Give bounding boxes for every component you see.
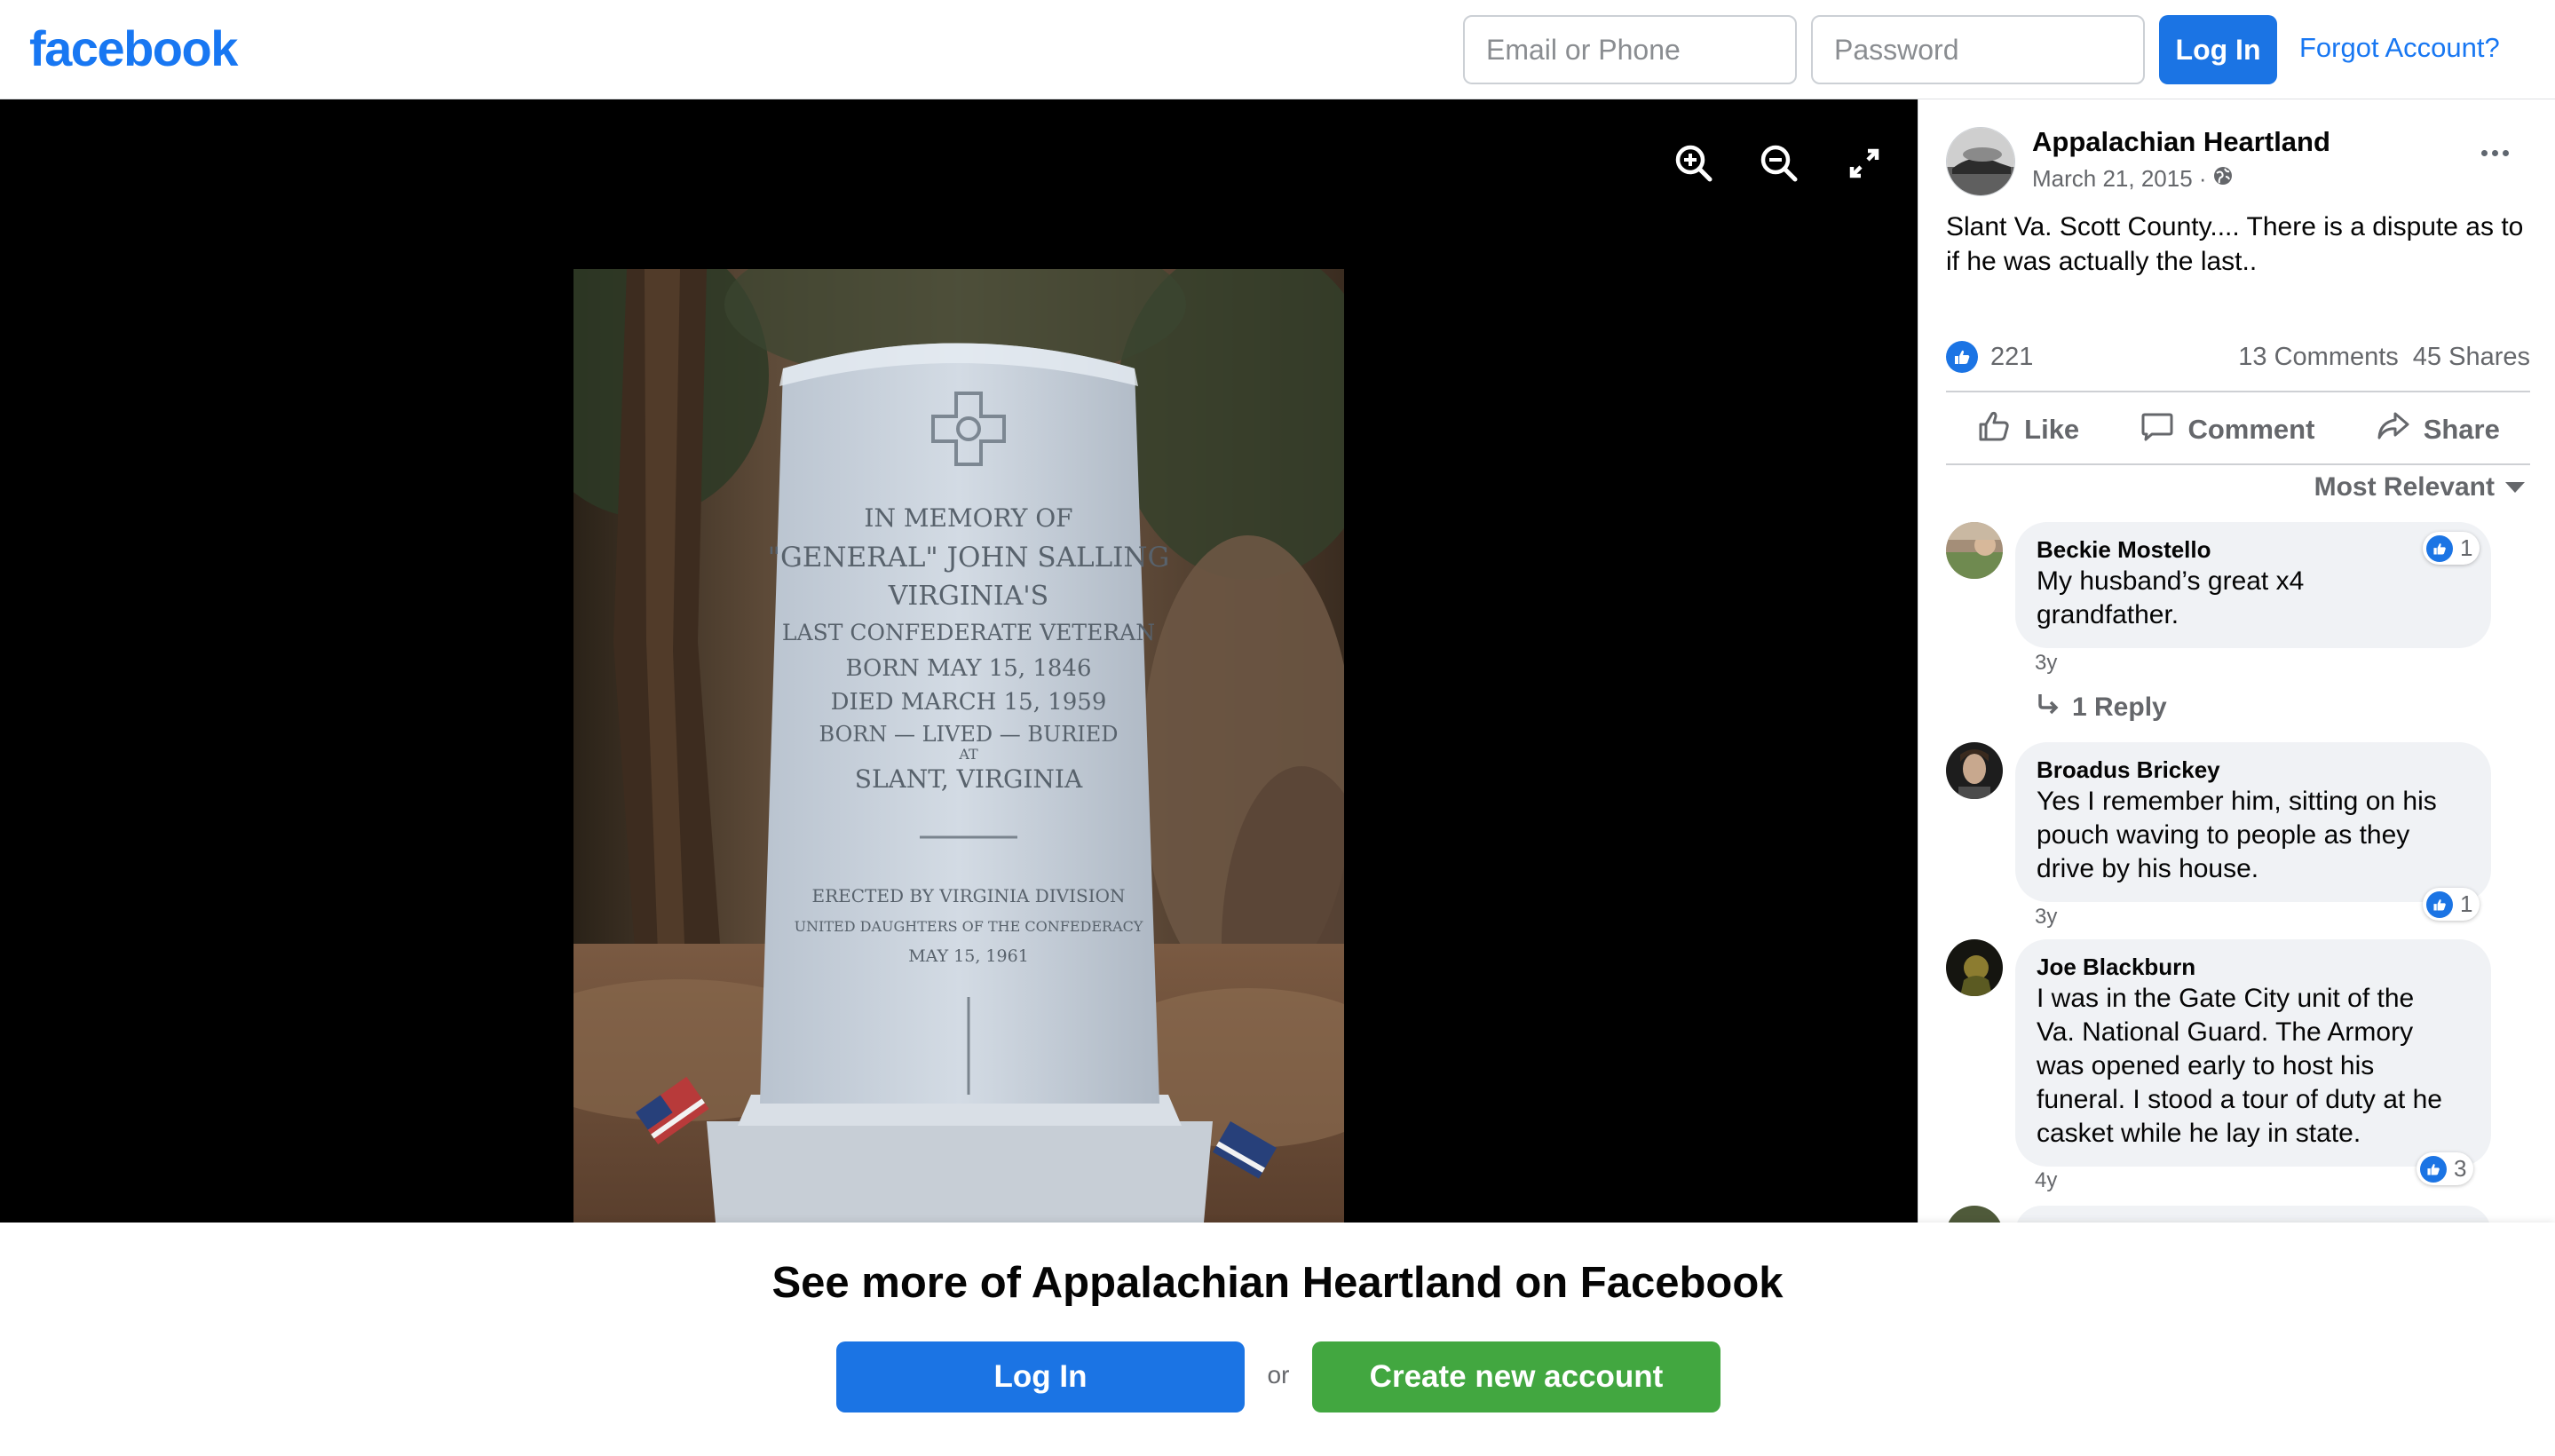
inscription-line: LAST CONFEDERATE VETERAN [782, 620, 1155, 645]
comment-text: funeral. I stood a tour of duty at he [2037, 1085, 2442, 1114]
comment-reactions[interactable]: 3 [2417, 1152, 2474, 1185]
fullscreen-icon[interactable] [1838, 137, 1891, 190]
commenter-avatar[interactable] [1946, 939, 2003, 996]
inscription-line: SLANT, VIRGINIA [855, 764, 1083, 794]
post-text: Slant Va. Scott County.... There is a di… [1946, 212, 2524, 276]
comment-reactions[interactable]: 1 [2423, 888, 2480, 921]
post-date[interactable]: March 21, 2015 · [2032, 165, 2207, 193]
comment-text: was opened early to host his [2037, 1051, 2375, 1080]
zoom-out-icon[interactable] [1752, 137, 1806, 190]
inscription-line: ERECTED BY VIRGINIA DIVISION [811, 885, 1125, 906]
comment-count[interactable]: 13 Comments [2238, 343, 2399, 372]
divider [1946, 463, 2530, 465]
inscription-line: BORN — LIVED — BURIED [819, 722, 1118, 747]
comment-age[interactable]: 4y [2035, 1168, 2057, 1193]
inscription-line: MAY 15, 1961 [908, 946, 1029, 966]
commenter-avatar[interactable] [1946, 522, 2003, 579]
commenter-avatar[interactable] [1946, 742, 2003, 799]
page-avatar[interactable] [1946, 127, 2015, 196]
memorial-stone-photo[interactable]: IN MEMORY OF "GENERAL" JOHN SALLING VIRG… [573, 269, 1344, 1223]
like-reaction-icon [2426, 890, 2453, 918]
create-account-button[interactable]: Create new account [1312, 1341, 1720, 1412]
post-actions: Like Comment Share [1946, 392, 2530, 467]
inscription-line: DIED MARCH 15, 1959 [831, 689, 1107, 716]
comment-text: Va. National Guard. The Armory [2037, 1017, 2414, 1047]
login-button[interactable]: Log In [2159, 15, 2277, 84]
share-icon [2376, 408, 2411, 451]
inscription-line: VIRGINIA'S [888, 581, 1048, 612]
login-banner: See more of Appalachian Heartland on Fac… [0, 1223, 2555, 1456]
banner-login-button[interactable]: Log In [836, 1341, 1245, 1412]
post-counts: 221 13 Comments 45 Shares [1946, 332, 2530, 382]
like-reaction-icon [2420, 1155, 2447, 1183]
comment-text: drive by his house. [2037, 854, 2259, 883]
comment-text: grandfather. [2037, 600, 2179, 629]
post-panel: Appalachian Heartland March 21, 2015 · S… [1918, 99, 2555, 1223]
comment-bubble: Broadus Brickey Yes I remember him, sitt… [2015, 742, 2491, 902]
comment-text: My husband’s great x4 [2037, 566, 2305, 596]
commenter-name[interactable]: Joe Blackburn [2037, 952, 2470, 982]
email-field[interactable] [1463, 15, 1797, 84]
or-separator: or [1267, 1361, 1290, 1389]
comment-bubble [2015, 1206, 2491, 1223]
view-replies-link[interactable]: 1 Reply [2035, 691, 2167, 724]
photo-viewer: IN MEMORY OF "GENERAL" JOHN SALLING VIRG… [0, 99, 1918, 1223]
share-count[interactable]: 45 Shares [2413, 343, 2530, 372]
post-meta: March 21, 2015 · [2032, 165, 2234, 193]
share-button[interactable]: Share [2376, 408, 2500, 451]
reaction-count[interactable]: 221 [1990, 343, 2033, 372]
facebook-logo[interactable]: facebook [29, 20, 238, 77]
inscription-line: BORN MAY 15, 1846 [845, 655, 1091, 682]
comment-button[interactable]: Comment [2140, 408, 2314, 451]
comment-text: Yes I remember him, sitting on his [2037, 787, 2437, 816]
inscription-line: IN MEMORY OF [864, 503, 1072, 533]
commenter-name[interactable]: Beckie Mostello [2037, 534, 2470, 565]
inscription-line: UNITED DAUGHTERS OF THE CONFEDERACY [795, 918, 1143, 935]
inscription-line: AT [958, 746, 978, 763]
forgot-account-link[interactable]: Forgot Account? [2299, 32, 2500, 64]
password-field[interactable] [1811, 15, 2145, 84]
commenter-name[interactable]: Broadus Brickey [2037, 755, 2470, 785]
comment-reactions[interactable]: 1 [2423, 532, 2480, 565]
like-button[interactable]: Like [1976, 408, 2079, 451]
more-options-icon[interactable] [2470, 135, 2519, 170]
globe-icon [2212, 165, 2234, 193]
like-reaction-icon [1946, 341, 1978, 373]
thumbs-up-icon [1976, 408, 2012, 451]
page-name[interactable]: Appalachian Heartland [2032, 126, 2330, 158]
top-bar: facebook Log In Forgot Account? [0, 0, 2555, 99]
caret-down-icon [2505, 482, 2525, 493]
comment-bubble: Beckie Mostello My husband’s great x4 gr… [2015, 522, 2491, 648]
comment-icon [2140, 408, 2175, 451]
like-reaction-icon [2426, 534, 2453, 562]
comment-sort-dropdown[interactable]: Most Relevant [2314, 472, 2525, 502]
comment-bubble: Joe Blackburn I was in the Gate City uni… [2015, 939, 2491, 1167]
zoom-in-icon[interactable] [1667, 137, 1720, 190]
comment-text: I was in the Gate City unit of the [2037, 984, 2415, 1013]
inscription-line: "GENERAL" JOHN SALLING [768, 542, 1170, 574]
commenter-avatar[interactable] [1946, 1206, 2003, 1223]
comment-text: pouch waving to people as they [2037, 820, 2410, 850]
banner-title: See more of Appalachian Heartland on Fac… [771, 1259, 1784, 1307]
comment-age[interactable]: 3y [2035, 905, 2057, 930]
comment-text: casket while he lay in state. [2037, 1119, 2361, 1148]
comment-age[interactable]: 3y [2035, 651, 2057, 676]
reply-arrow-icon [2035, 691, 2061, 724]
